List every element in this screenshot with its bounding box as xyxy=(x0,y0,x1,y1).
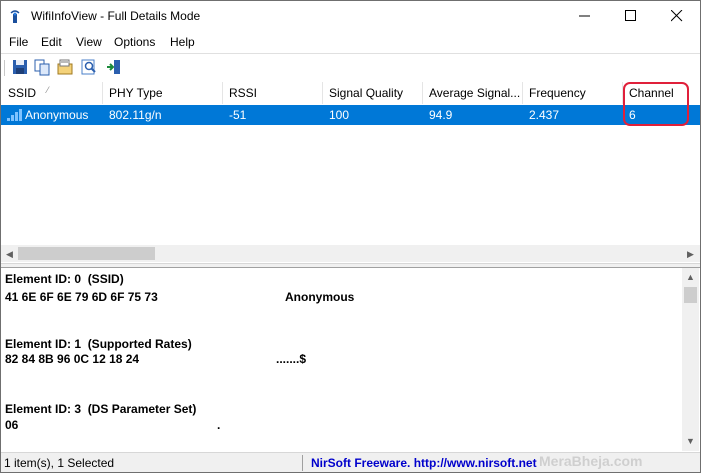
menu-bar: File Edit View Options Help xyxy=(1,32,700,52)
wifi-app-icon xyxy=(10,10,20,23)
cell-frequency: 2.437 xyxy=(529,108,560,122)
horizontal-scrollbar[interactable]: ◀ ▶ xyxy=(1,245,700,262)
menu-file[interactable]: File xyxy=(9,35,28,49)
vertical-scrollbar[interactable]: ▲ ▼ xyxy=(682,268,699,451)
exit-icon[interactable] xyxy=(105,58,123,76)
col-ssid[interactable]: SSID ⁄ xyxy=(1,82,103,104)
scroll-up-icon[interactable]: ▲ xyxy=(686,272,695,282)
col-phy-type[interactable]: PHY Type xyxy=(102,82,223,104)
cell-average-signal: 94.9 xyxy=(429,108,453,122)
detail-line: 82 84 8B 96 0C 12 18 24 xyxy=(5,352,140,366)
detail-line: Anonymous xyxy=(285,290,355,304)
cell-rssi: -51 xyxy=(229,108,247,122)
save-icon[interactable] xyxy=(11,58,29,76)
copy-icon[interactable] xyxy=(33,58,51,76)
details-pane[interactable]: Element ID: 0 (SSID) 41 6E 6F 6E 79 6D 6… xyxy=(1,267,700,452)
channel-highlight-annotation xyxy=(623,82,689,126)
toolbar xyxy=(1,53,700,83)
col-average-signal[interactable]: Average Signal... xyxy=(422,82,523,104)
detail-line: . xyxy=(217,418,221,432)
col-frequency[interactable]: Frequency xyxy=(522,82,623,104)
watermark: MeraBheja.com xyxy=(539,453,643,469)
toolbar-separator xyxy=(4,60,5,76)
sort-arrow-icon: ⁄ xyxy=(47,85,49,95)
col-signal-quality[interactable]: Signal Quality xyxy=(322,82,423,104)
col-rssi[interactable]: RSSI xyxy=(222,82,323,104)
scrollbar-thumb[interactable] xyxy=(684,287,697,303)
menu-edit[interactable]: Edit xyxy=(41,35,62,49)
close-button[interactable] xyxy=(654,1,700,31)
detail-line: Element ID: 1 (Supported Rates) xyxy=(5,337,192,351)
scrollbar-thumb[interactable] xyxy=(18,247,155,260)
detail-line: 41 6E 6F 6E 79 6D 6F 75 73 xyxy=(5,290,158,304)
scroll-left-icon[interactable]: ◀ xyxy=(6,249,13,260)
close-icon xyxy=(671,10,683,22)
status-divider xyxy=(302,455,303,471)
title-bar[interactable]: WifiInfoView - Full Details Mode xyxy=(1,1,700,31)
cell-ssid: Anonymous xyxy=(25,108,89,122)
table-row[interactable]: Anonymous 802.11g/n -51 100 94.9 2.437 6 xyxy=(1,105,700,125)
scroll-down-icon[interactable]: ▼ xyxy=(686,436,695,446)
cell-phy-type: 802.11g/n xyxy=(109,108,162,122)
network-list[interactable]: SSID ⁄ PHY Type RSSI Signal Quality Aver… xyxy=(1,82,700,263)
scroll-right-icon[interactable]: ▶ xyxy=(687,249,694,260)
menu-options[interactable]: Options xyxy=(114,35,155,49)
detail-line: Element ID: 3 (DS Parameter Set) xyxy=(5,402,197,416)
menu-view[interactable]: View xyxy=(76,35,102,49)
maximize-icon xyxy=(625,10,636,21)
minimize-icon xyxy=(579,15,590,17)
find-icon[interactable] xyxy=(80,58,98,76)
properties-icon[interactable] xyxy=(56,58,74,76)
detail-line: 06 xyxy=(5,418,19,432)
detail-line: Element ID: 0 (SSID) xyxy=(5,272,124,286)
status-item-count: 1 item(s), 1 Selected xyxy=(4,456,115,470)
maximize-button[interactable] xyxy=(608,1,654,31)
cell-signal-quality: 100 xyxy=(329,108,350,122)
wifi-signal-icon xyxy=(7,109,22,121)
minimize-button[interactable] xyxy=(562,1,608,31)
detail-line: .......$ xyxy=(276,352,307,366)
menu-help[interactable]: Help xyxy=(170,35,195,49)
app-window: WifiInfoView - Full Details Mode File Ed… xyxy=(0,0,701,473)
nirsoft-link[interactable]: NirSoft Freeware. http://www.nirsoft.net xyxy=(311,456,537,470)
window-title: WifiInfoView - Full Details Mode xyxy=(31,9,201,23)
